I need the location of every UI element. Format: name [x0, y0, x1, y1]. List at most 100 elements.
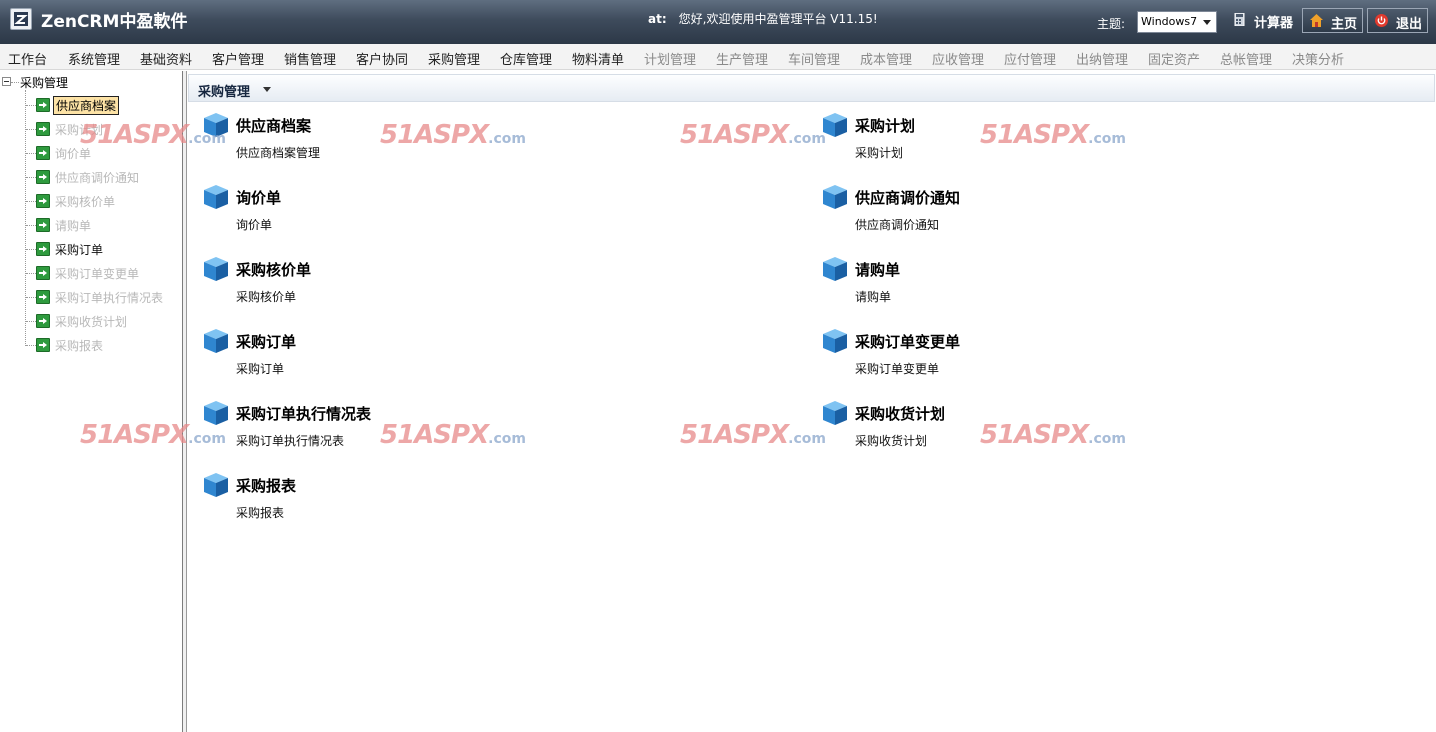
module-title[interactable]: 采购收货计划: [855, 403, 945, 424]
menu-item-sales[interactable]: 销售管理: [284, 49, 336, 68]
pane-splitter[interactable]: [182, 71, 187, 732]
arrow-right-icon: [36, 242, 50, 256]
module-title[interactable]: 采购计划: [855, 115, 915, 136]
module-requisition[interactable]: 请购单 请购单: [822, 256, 1182, 316]
menu-item-customer-collab[interactable]: 客户协同: [356, 49, 408, 68]
menu-item-fixed-assets[interactable]: 固定资产: [1148, 49, 1200, 68]
tree-connector-line: [26, 273, 36, 274]
menu-item-ledger[interactable]: 总帐管理: [1220, 49, 1272, 68]
breadcrumb-label[interactable]: 采购管理: [198, 81, 250, 100]
module-order-execution[interactable]: 采购订单执行情况表 采购订单执行情况表: [203, 400, 563, 460]
calculator-label: 计算器: [1254, 16, 1294, 31]
module-price-adjust[interactable]: 供应商调价通知 供应商调价通知: [822, 184, 1182, 244]
module-title[interactable]: 供应商调价通知: [855, 187, 960, 208]
calculator-icon: [1234, 13, 1245, 26]
menu-item-cashier[interactable]: 出纳管理: [1076, 49, 1128, 68]
menu-item-workbench[interactable]: 工作台: [8, 49, 47, 68]
module-title[interactable]: 请购单: [855, 259, 900, 280]
module-receiving-plan[interactable]: 采购收货计划 采购收货计划: [822, 400, 1182, 460]
menu-item-decision[interactable]: 决策分析: [1292, 49, 1344, 68]
cube-icon: [823, 185, 847, 209]
app-header: ZenCRM中盈軟件 at: 您好,欢迎使用中盈管理平台 V11.15! 主题: …: [0, 0, 1436, 44]
arrow-right-icon: [36, 218, 50, 232]
tree-item-label: 采购核价单: [55, 195, 116, 209]
breadcrumb: 采购管理: [188, 74, 1435, 102]
home-label: 主页: [1331, 17, 1358, 32]
menu-item-basic-data[interactable]: 基础资料: [140, 49, 192, 68]
arrow-right-icon: [36, 170, 50, 184]
module-description: 采购订单执行情况表: [236, 434, 345, 448]
cube-icon: [204, 473, 228, 497]
menu-item-planning[interactable]: 计划管理: [644, 49, 696, 68]
home-icon: [1310, 14, 1323, 27]
tree-connector-line: [26, 249, 36, 250]
power-icon: [1375, 14, 1388, 27]
module-purchase-order[interactable]: 采购订单 采购订单: [203, 328, 563, 388]
module-title[interactable]: 供应商档案: [236, 115, 311, 136]
exit-label: 退出: [1396, 17, 1423, 32]
module-title[interactable]: 采购订单: [236, 331, 296, 352]
module-inquiry[interactable]: 询价单 询价单: [203, 184, 563, 244]
tree-connector-line: [26, 153, 36, 154]
menu-item-receivable[interactable]: 应收管理: [932, 49, 984, 68]
menu-item-cost[interactable]: 成本管理: [860, 49, 912, 68]
tree-item-label: 采购收货计划: [55, 315, 128, 329]
arrow-right-icon: [36, 338, 50, 352]
tree-item-label: 供应商调价通知: [55, 171, 140, 185]
arrow-right-icon: [36, 98, 50, 112]
cube-icon: [823, 257, 847, 281]
welcome-prefix: at:: [648, 12, 667, 26]
module-description: 采购订单变更单: [855, 362, 940, 376]
tree-connector-line: [26, 105, 36, 106]
tree-collapse-toggle[interactable]: [2, 77, 11, 86]
tree-item-label: 采购订单变更单: [55, 267, 140, 281]
tree-connector-line: [26, 201, 36, 202]
tree-item-label: 采购报表: [55, 339, 104, 353]
cube-icon: [204, 257, 228, 281]
main-menu-bar: 工作台 系统管理 基础资料 客户管理 销售管理 客户协同 采购管理 仓库管理 物…: [0, 44, 1436, 70]
module-title[interactable]: 采购核价单: [236, 259, 311, 280]
menu-item-customer[interactable]: 客户管理: [212, 49, 264, 68]
menu-item-payable[interactable]: 应付管理: [1004, 49, 1056, 68]
module-supplier-profile[interactable]: 供应商档案 供应商档案管理: [203, 112, 563, 172]
menu-item-system[interactable]: 系统管理: [68, 49, 120, 68]
tree-item-label: 供应商档案: [53, 96, 120, 115]
calculator-button[interactable]: 计算器: [1226, 8, 1298, 33]
module-title[interactable]: 采购报表: [236, 475, 296, 496]
exit-button[interactable]: 退出: [1367, 8, 1428, 33]
module-purchase-plan[interactable]: 采购计划 采购计划: [822, 112, 1182, 172]
welcome-message: at: 您好,欢迎使用中盈管理平台 V11.15!: [648, 10, 878, 27]
main-content: 采购管理 供应商档案 供应商档案管理 采购计划 采购计划 询价单 询价单 供应商…: [188, 71, 1436, 732]
arrow-right-icon: [36, 290, 50, 304]
chevron-down-icon[interactable]: [263, 87, 271, 92]
menu-item-workshop[interactable]: 车间管理: [788, 49, 840, 68]
arrow-right-icon: [36, 146, 50, 160]
theme-select[interactable]: Windows7: [1137, 11, 1217, 33]
arrow-right-icon: [36, 266, 50, 280]
module-title[interactable]: 采购订单执行情况表: [236, 403, 371, 424]
menu-item-warehouse[interactable]: 仓库管理: [500, 49, 552, 68]
tree-connector-line: [26, 321, 36, 322]
module-order-change[interactable]: 采购订单变更单 采购订单变更单: [822, 328, 1182, 388]
tree-item-label: 采购订单执行情况表: [55, 291, 164, 305]
module-description: 供应商调价通知: [855, 218, 940, 232]
menu-item-production[interactable]: 生产管理: [716, 49, 768, 68]
home-button[interactable]: 主页: [1302, 8, 1363, 33]
tree-connector-line: [26, 297, 36, 298]
menu-item-bom[interactable]: 物料清单: [572, 49, 624, 68]
module-description: 采购报表: [236, 506, 285, 520]
module-title[interactable]: 采购订单变更单: [855, 331, 960, 352]
module-title[interactable]: 询价单: [236, 187, 281, 208]
module-purchase-report[interactable]: 采购报表 采购报表: [203, 472, 563, 532]
tree-connector-line: [26, 129, 36, 130]
tree-connector-line: [11, 82, 19, 83]
cube-icon: [204, 113, 228, 137]
tree-root-node[interactable]: 采购管理: [20, 74, 68, 91]
module-price-check[interactable]: 采购核价单 采购核价单: [203, 256, 563, 316]
tree-item-label: 询价单: [55, 147, 92, 161]
module-description: 供应商档案管理: [236, 146, 321, 160]
cube-icon: [204, 329, 228, 353]
menu-item-purchase[interactable]: 采购管理: [428, 49, 480, 68]
module-description: 采购订单: [236, 362, 285, 376]
arrow-right-icon: [36, 314, 50, 328]
